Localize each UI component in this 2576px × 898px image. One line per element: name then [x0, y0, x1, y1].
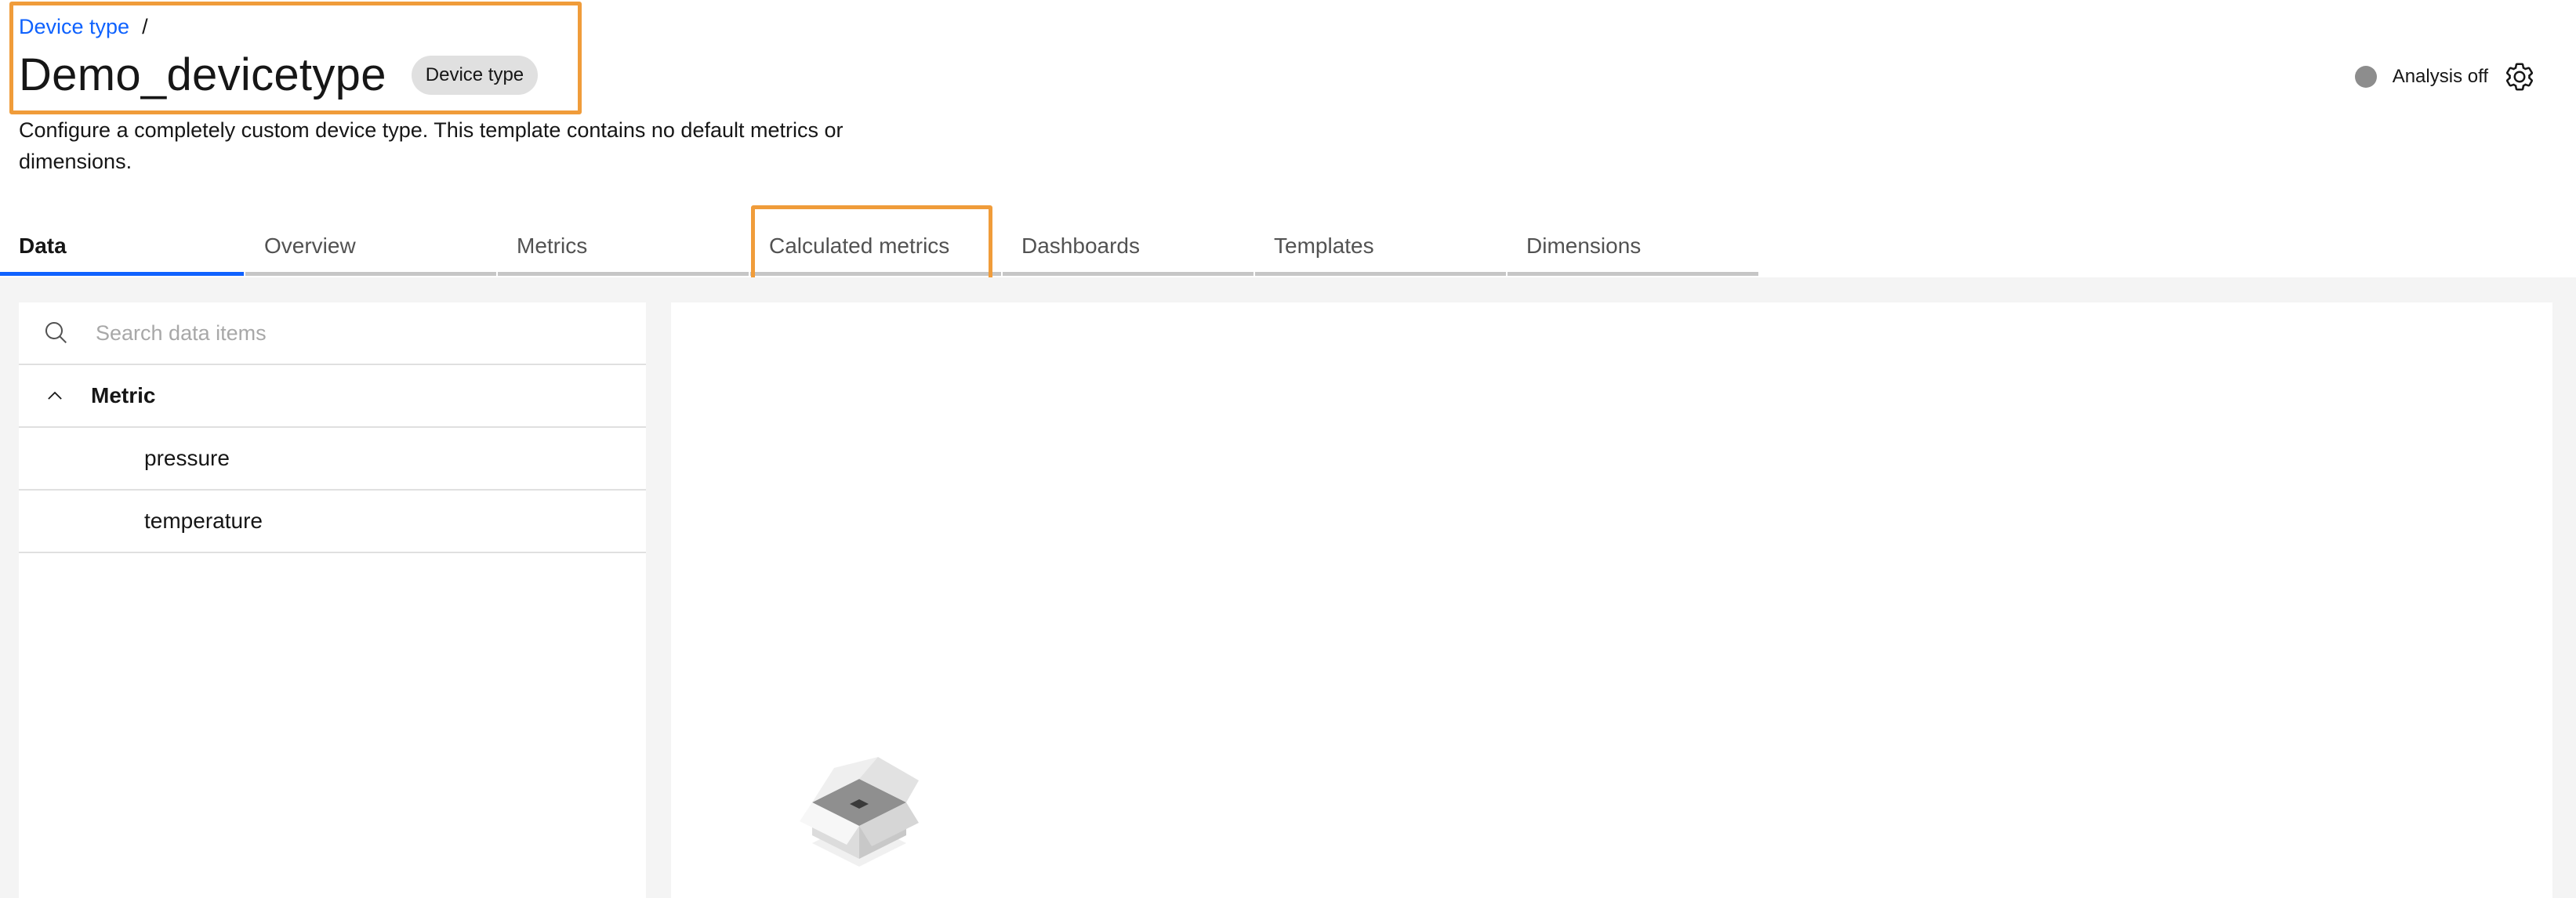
- search-icon: [45, 321, 67, 343]
- page-title: Demo_devicetype: [19, 49, 386, 100]
- search-input[interactable]: [94, 320, 568, 346]
- metric-group-header[interactable]: Metric: [19, 365, 646, 428]
- page: Device type / Demo_devicetype Device type…: [0, 0, 2576, 898]
- list-item-temperature[interactable]: temperature: [19, 491, 646, 553]
- detail-panel: [671, 302, 2552, 898]
- breadcrumb: Device type /: [19, 13, 148, 41]
- gear-icon[interactable]: [2504, 61, 2535, 92]
- tab-dimensions[interactable]: Dimensions: [1508, 221, 1758, 276]
- breadcrumb-link-device-type[interactable]: Device type: [19, 15, 129, 38]
- analysis-status: Analysis off: [2354, 61, 2535, 92]
- title-row: Demo_devicetype Device type: [19, 45, 539, 105]
- tab-calculated-metrics[interactable]: Calculated metrics: [750, 221, 1001, 276]
- status-dot-icon: [2354, 66, 2377, 88]
- tab-overview[interactable]: Overview: [245, 221, 496, 276]
- tab-metrics[interactable]: Metrics: [498, 221, 749, 276]
- analysis-label: Analysis off: [2392, 66, 2488, 87]
- data-items-panel: Metric pressure temperature: [19, 302, 646, 898]
- tab-dashboards[interactable]: Dashboards: [1003, 221, 1254, 276]
- tab-templates[interactable]: Templates: [1255, 221, 1506, 276]
- list-item-pressure[interactable]: pressure: [19, 428, 646, 491]
- tab-data[interactable]: Data: [0, 221, 244, 276]
- breadcrumb-separator: /: [142, 15, 148, 38]
- metric-group-label: Metric: [91, 383, 156, 407]
- chevron-up-icon[interactable]: [44, 385, 66, 407]
- empty-box-icon: [800, 757, 919, 867]
- search-bar: [19, 302, 646, 365]
- page-description: Configure a completely custom device typ…: [19, 118, 844, 173]
- device-type-tag: Device type: [411, 56, 539, 95]
- tab-list: Data Overview Metrics Calculated metrics…: [0, 221, 1760, 276]
